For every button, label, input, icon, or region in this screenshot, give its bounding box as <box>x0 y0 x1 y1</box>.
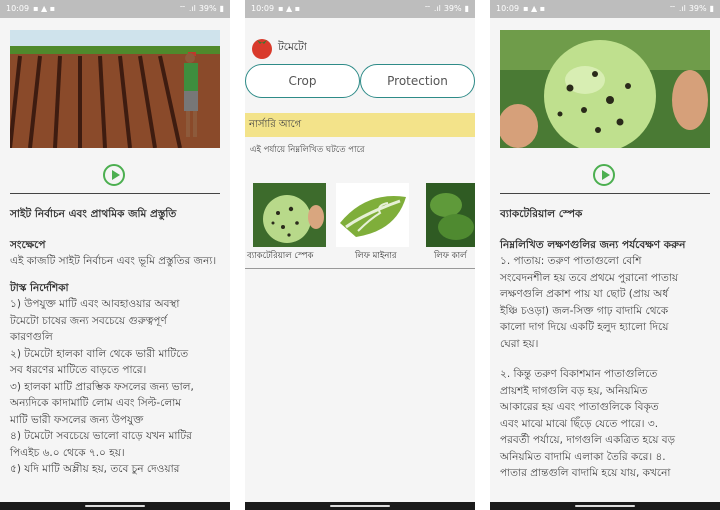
symptom-line: সংবেদনশীল হয় তবে প্রথমে পুরানো পাতায় <box>500 271 679 284</box>
symptom-line: অনিয়মিত বাদামি এলাকা তৈরি করে। ৪. <box>500 450 666 463</box>
divider <box>245 268 475 269</box>
summary-heading: সংক্ষেপে <box>10 238 46 251</box>
status-time: 10:09 <box>251 4 275 13</box>
panel1-content: সাইট নির্বাচন এবং প্রাথমিক জমি প্রস্তুতি… <box>10 206 222 478</box>
guideline-line: ১) উপযুক্ত মাটি এবং আবহাওয়ার অবস্থা <box>10 298 180 310</box>
notification-icon: ▪ ▲ ▪ <box>523 4 546 13</box>
notification-icon: ▪ ▲ ▪ <box>278 4 301 13</box>
status-battery: 39% <box>443 4 462 13</box>
status-bar: 10:09 ▪ ▲ ▪ ⌔ .ıl 39% ▮ <box>490 0 720 18</box>
symptom-line: এবং মাঝে মাঝে ছিঁড়ে যেতে পারে। ৩. <box>500 417 659 430</box>
signal-icon: ⌔ .ıl <box>178 4 196 13</box>
symptom-line: পরবর্তী পর্যায়ে, দাগগুলি একত্রিত হয়ে ব… <box>500 434 676 446</box>
guideline-line: কারণগুলি <box>10 331 53 343</box>
battery-icon: ▮ <box>464 4 469 13</box>
tab-crop[interactable]: Crop <box>245 64 360 98</box>
symptom-line: আকারের হয় এবং পাতাগুলিকে বিকৃত <box>500 401 659 413</box>
gesture-nav-bar[interactable] <box>0 502 230 510</box>
tab-protection[interactable]: Protection <box>360 64 475 98</box>
signal-icon: ⌔ .ıl <box>423 4 441 13</box>
battery-icon: ▮ <box>219 4 224 13</box>
summary-text: এই কাজটি সাইট নির্বাচন এবং ভূমি প্রস্তুত… <box>10 255 217 267</box>
symptom-line: লক্ষণগুলি প্রকাশ পায় যা ছোট (প্রায় অর্… <box>500 288 669 300</box>
disease-card-leaf-curl[interactable] <box>426 183 475 247</box>
card-label: ব্যাকটেরিয়াল স্পেক <box>247 251 314 261</box>
symptom-line: ইঞ্চি চওড়া) জল-সিক্ত গাঢ় বাদামি থেকে <box>500 304 669 317</box>
status-bar: 10:09 ▪ ▲ ▪ ⌔ .ıl 39% ▮ <box>245 0 475 18</box>
screen-tomato-stages: 10:09 ▪ ▲ ▪ ⌔ .ıl 39% ▮ টমেটো Crop Prote… <box>245 0 475 510</box>
gesture-nav-bar[interactable] <box>490 502 720 510</box>
guideline-line: পিএইচ ৬.০ থেকে ৭.০ হয়। <box>10 446 125 459</box>
signal-icon: ⌔ .ıl <box>668 4 686 13</box>
card-label: লিফ কার্ল <box>434 251 467 261</box>
card-label: লিফ মাইনার <box>355 251 397 261</box>
guideline-line: ৩) হালকা মাটি প্রারম্ভিক ফসলের জন্য ভাল, <box>10 380 194 393</box>
guideline-line: সব ধরণের মাটিতে বাড়তে পারে। <box>10 364 147 376</box>
symptom-line: ২. কিন্তু তরুণ বিকাশমান পাতাগুলিতে <box>500 368 658 380</box>
disease-video-thumbnail[interactable] <box>500 30 710 148</box>
divider <box>500 193 710 194</box>
status-time: 10:09 <box>496 4 520 13</box>
guideline-line: মাটি ভারী ফসলের জন্য উপযুক্ত <box>10 413 144 426</box>
disease-title: ব্যাকটেরিয়াল স্পেক <box>500 208 583 220</box>
stage-subtitle: এই পর্যায়ে নিম্নলিখিত ঘটতে পারে <box>250 145 365 155</box>
battery-icon: ▮ <box>709 4 714 13</box>
guideline-line: ৪) টমেটো সবচেয়ে ভালো বাড়ে যখন মাটির <box>10 430 192 442</box>
gesture-nav-bar[interactable] <box>245 502 475 510</box>
guideline-line: টমেটো চাষের জন্য সবচেয়ে গুরুত্বপূর্ণ <box>10 314 167 327</box>
tomato-logo-icon <box>252 39 272 59</box>
symptom-line: ১. পাতায়: তরুণ পাতাগুলো বেশি <box>500 255 642 267</box>
notification-icon: ▪ ▲ ▪ <box>33 4 56 13</box>
app-title: টমেটো <box>278 41 307 53</box>
status-battery: 39% <box>688 4 707 13</box>
section-title: সাইট নির্বাচন এবং প্রাথমিক জমি প্রস্তুতি <box>10 208 177 220</box>
field-video-thumbnail[interactable] <box>10 30 220 148</box>
observe-heading: নিম্নলিখিত লক্ষণগুলির জন্য পর্যবেক্ষণ কর… <box>500 238 686 251</box>
symptom-line: প্রায়শই দাগগুলি বড় হয়, অনিয়মিত <box>500 384 648 397</box>
status-battery: 39% <box>198 4 217 13</box>
play-video-button[interactable] <box>103 164 125 186</box>
stage-banner[interactable]: নার্সারি আগে <box>245 113 475 137</box>
screen-site-selection: 10:09 ▪ ▲ ▪ ⌔ .ıl 39% ▮ সাইট নির্বাচন এব… <box>0 0 230 510</box>
symptom-line: পাতার প্রান্তগুলি বাদামি হয়ে যায়, কখনো <box>500 467 671 479</box>
symptom-line: ঘেরা হয়। <box>500 337 539 350</box>
disease-card-leaf-miner[interactable] <box>336 183 409 247</box>
disease-card-bacterial-speck[interactable] <box>253 183 326 247</box>
divider <box>10 193 220 194</box>
guideline-line: ২) টমেটো হালকা বালি থেকে ভারী মাটিতে <box>10 347 189 360</box>
status-bar: 10:09 ▪ ▲ ▪ ⌔ .ıl 39% ▮ <box>0 0 230 18</box>
symptom-line: কালো দাগ দিয়ে একটি হলুদ হ্যালো দিয়ে <box>500 321 669 333</box>
panel3-content: ব্যাকটেরিয়াল স্পেক নিম্নলিখিত লক্ষণগুলি… <box>500 206 712 482</box>
status-time: 10:09 <box>6 4 30 13</box>
guideline-line: ৫) যদি মাটি অম্লীয় হয়, তবে চুন দেওয়ার <box>10 463 180 475</box>
guideline-line: অন্যদিকে কাদামাটি লোম এবং সিল্ট-লোম <box>10 397 182 409</box>
guideline-heading: টাস্ক নির্দেশিকা <box>10 281 69 294</box>
play-video-button[interactable] <box>593 164 615 186</box>
screen-bacterial-speck: 10:09 ▪ ▲ ▪ ⌔ .ıl 39% ▮ ব্যাকটেরিয়াল স্… <box>490 0 720 510</box>
